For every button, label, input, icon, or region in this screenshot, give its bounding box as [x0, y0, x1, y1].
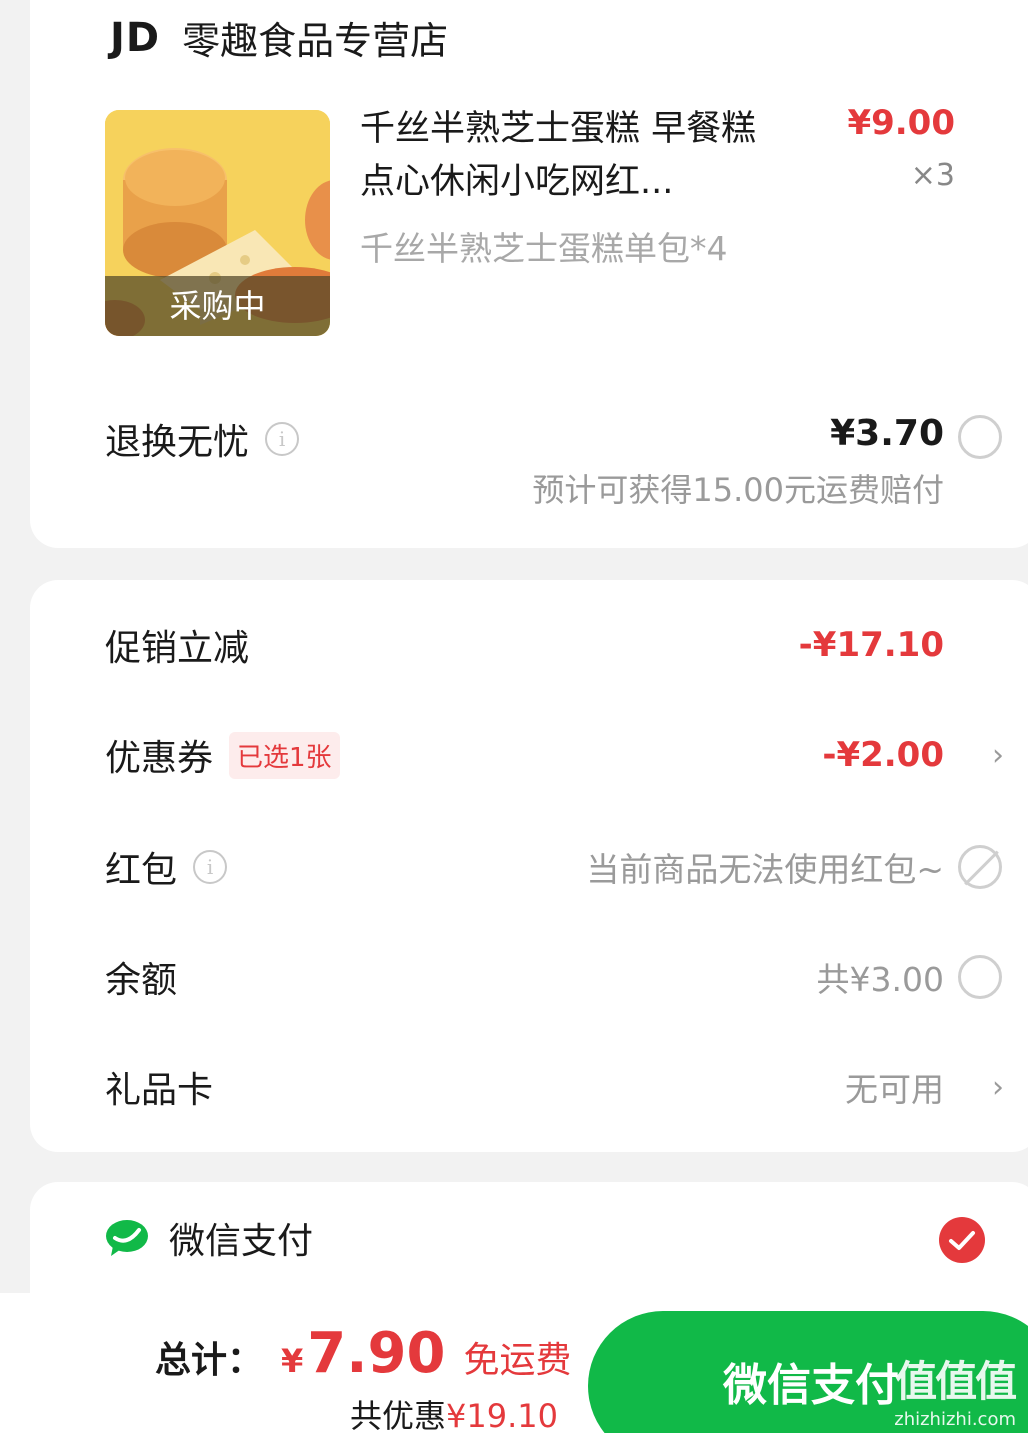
promo-row: 促销立减 -¥17.10 [105, 610, 1028, 680]
balance-label: 余额 [105, 960, 178, 1001]
product-price: ¥9.00 [847, 103, 955, 143]
redpacket-value: 当前商品无法使用红包~ [586, 850, 944, 889]
checkout-bottom-bar: 总计： ¥ 7.90 免运费 共优惠¥19.10 微信支付 [0, 1293, 1028, 1433]
coupon-selected-badge: 已选1张 [229, 731, 340, 779]
product-thumbnail[interactable]: 采购中 [105, 110, 330, 336]
chevron-right-icon[interactable]: › [992, 1070, 1004, 1105]
total-label: 总计： [155, 1340, 264, 1381]
promo-label: 促销立减 [105, 628, 250, 669]
balance-radio[interactable] [958, 955, 1002, 999]
return-service-text: 退换无忧 [105, 422, 250, 463]
return-service-price: ¥3.70 [830, 413, 944, 454]
balance-row[interactable]: 余额 共¥3.00 [105, 942, 1028, 1012]
checkmark-icon[interactable] [939, 1217, 985, 1263]
total-savings: 共优惠¥19.10 [350, 1391, 558, 1433]
coupon-value: -¥2.00 [822, 735, 944, 775]
order-total: 总计： ¥ 7.90 免运费 [155, 1321, 571, 1386]
wechat-pay-label: 微信支付 [169, 1221, 314, 1262]
giftcard-row[interactable]: 礼品卡 无可用 › [105, 1052, 1028, 1122]
chevron-right-icon[interactable]: › [992, 738, 1004, 773]
watermark-logo: 值值值 [895, 1357, 1017, 1406]
return-service-radio[interactable] [958, 415, 1002, 459]
watermark-url: zhizhizhi.com [894, 1409, 1016, 1430]
info-icon[interactable]: i [193, 850, 228, 884]
wechat-icon [105, 1218, 149, 1258]
checkout-page: JD 零趣食品专营店 采购中 千丝半熟芝士蛋糕 早餐糕点心休闲小吃网红... 千… [0, 0, 1028, 1433]
discount-card: 促销立减 -¥17.10 优惠券 已选1张 -¥2.00 › 红包 i 当前商品… [30, 580, 1028, 1152]
redpacket-label-group: 红包 i [105, 841, 228, 893]
site-watermark: 值值值 zhizhizhi.com [894, 1348, 1017, 1430]
wechat-pay-option[interactable]: 微信支付 [105, 1212, 313, 1264]
redpacket-label: 红包 [105, 850, 178, 891]
coupon-row[interactable]: 优惠券 已选1张 -¥2.00 › [105, 720, 1028, 790]
promo-value: -¥17.10 [798, 625, 944, 665]
coupon-label-group: 优惠券 已选1张 [105, 729, 340, 781]
total-currency: ¥ [281, 1342, 304, 1380]
redpacket-disabled-icon [958, 845, 1002, 889]
return-service-label: 退换无忧 i [105, 413, 300, 465]
redpacket-row: 红包 i 当前商品无法使用红包~ [105, 832, 1028, 902]
jd-logo: JD [110, 14, 161, 61]
store-name: 零趣食品专营店 [182, 19, 449, 63]
purchasing-status-tag: 采购中 [105, 276, 330, 336]
store-order-card: JD 零趣食品专营店 采购中 千丝半熟芝士蛋糕 早餐糕点心休闲小吃网红... 千… [30, 0, 1028, 548]
savings-amount: ¥19.10 [446, 1397, 558, 1433]
savings-label: 共优惠 [350, 1397, 447, 1433]
giftcard-value: 无可用 [845, 1070, 944, 1109]
coupon-label: 优惠券 [105, 738, 214, 779]
free-shipping-label: 免运费 [463, 1340, 572, 1381]
product-title[interactable]: 千丝半熟芝士蛋糕 早餐糕点心休闲小吃网红... [360, 103, 780, 209]
return-service-compensation: 预计可获得15.00元运费赔付 [532, 471, 944, 509]
store-header[interactable]: JD 零趣食品专营店 [110, 10, 448, 65]
total-amount: 7.90 [307, 1321, 446, 1386]
info-icon[interactable]: i [265, 422, 300, 456]
giftcard-label: 礼品卡 [105, 1070, 214, 1111]
product-quantity: ×3 [910, 158, 955, 193]
product-spec: 千丝半熟芝士蛋糕单包*4 [360, 229, 728, 268]
balance-value: 共¥3.00 [816, 960, 944, 999]
